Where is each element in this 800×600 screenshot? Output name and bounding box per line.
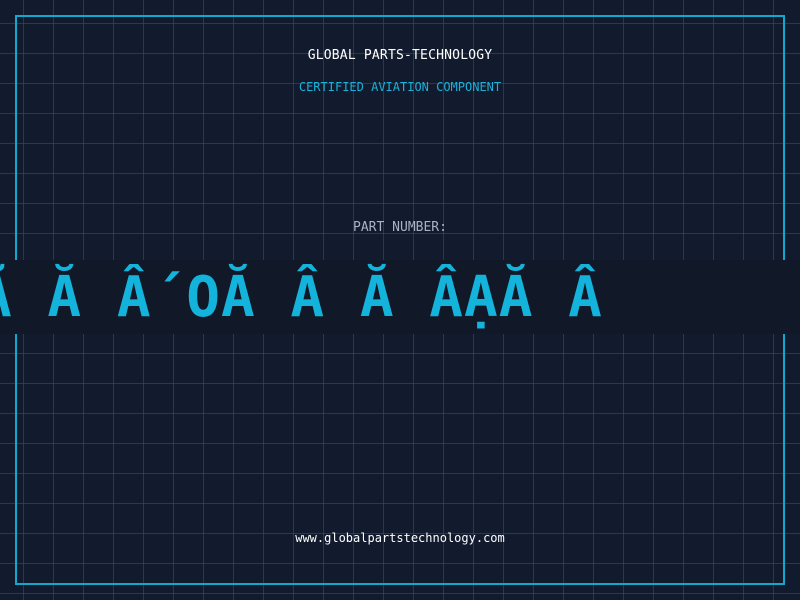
part-number-band: Ã Ă Â´OĂ Â Ă ÂẠĂ Â (0, 260, 800, 334)
part-label-card: GLOBAL PARTS-TECHNOLOGY CERTIFIED AVIATI… (0, 0, 800, 600)
certification-subtitle: CERTIFIED AVIATION COMPONENT (298, 80, 502, 94)
part-number-label: PART NUMBER: (353, 220, 447, 235)
company-name: GLOBAL PARTS-TECHNOLOGY (307, 48, 493, 63)
part-number-value: Ã Ă Â´OĂ Â Ă ÂẠĂ Â (0, 265, 603, 330)
website-url: www.globalpartstechnology.com (295, 531, 505, 545)
